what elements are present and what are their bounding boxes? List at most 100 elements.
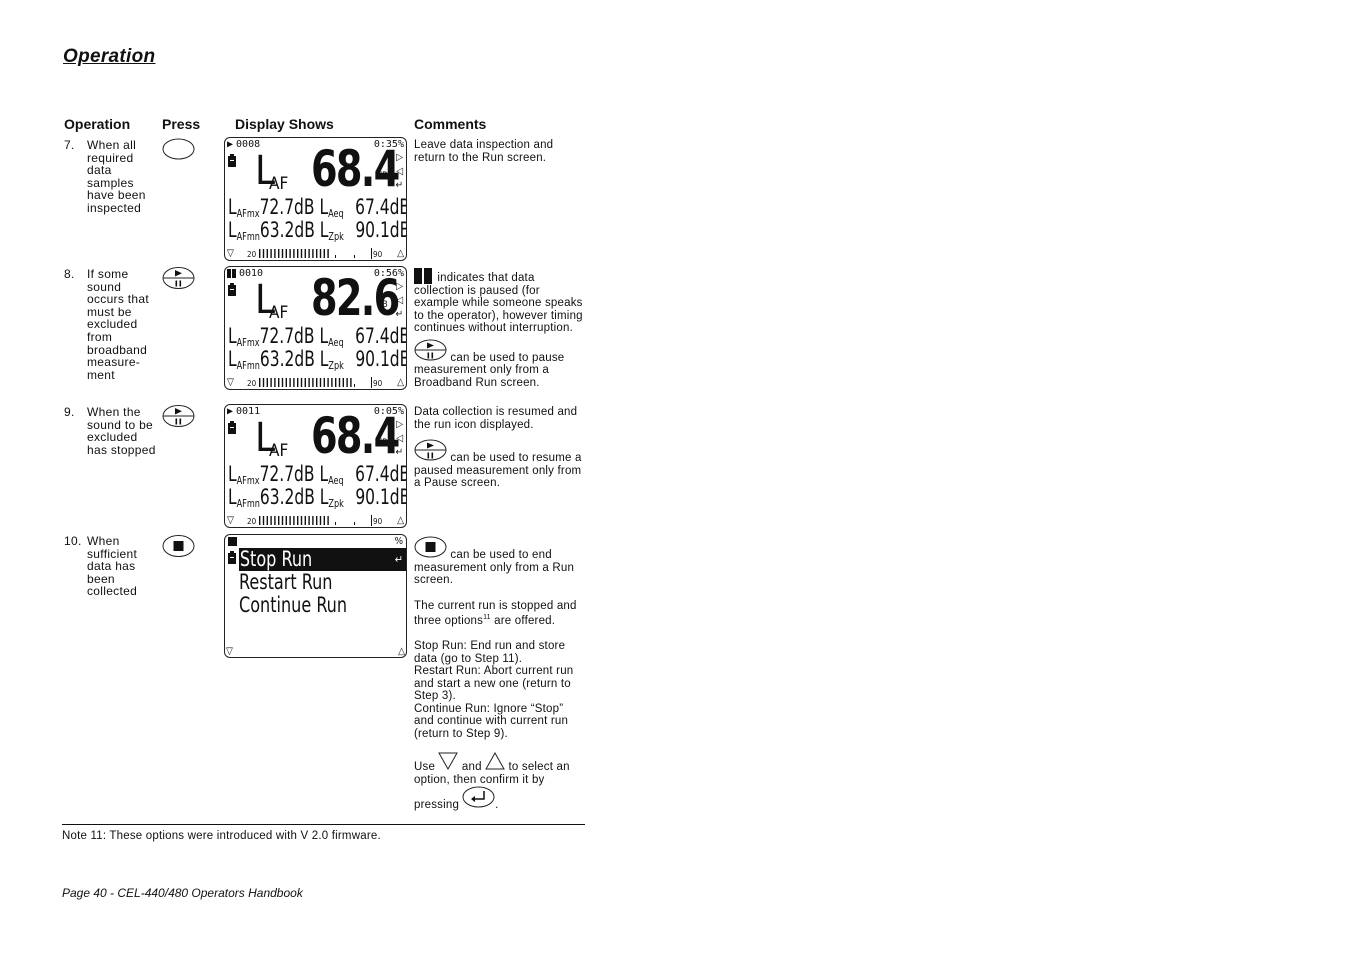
down-arrow-icon [438, 752, 459, 774]
memory-percent-icon: % [397, 139, 404, 150]
level-bar-tick [354, 522, 355, 525]
column-header-press: Press [162, 116, 201, 132]
column-header-operation: Operation [64, 116, 131, 132]
down-arrow-icon: ▽ [227, 248, 234, 259]
up-arrow-icon: △ [398, 646, 405, 657]
memory-percent-icon: % [397, 406, 404, 417]
up-arrow-icon: △ [397, 248, 404, 259]
level-bar-tick [350, 378, 352, 387]
menu-item-restart-run[interactable]: Restart Run [239, 571, 332, 594]
level-bar: ▽ 20 90 △ [227, 515, 404, 527]
level-bar-tick [327, 249, 329, 258]
level-bar-tick [319, 378, 322, 387]
stop-button-icon [414, 536, 447, 562]
level-bar-tick [354, 384, 355, 387]
level-bar-max: 90 [373, 517, 383, 526]
level-bar-max: 90 [373, 379, 383, 388]
menu-item-stop-run[interactable]: Stop Run [239, 548, 406, 571]
level-bar-end [371, 515, 372, 526]
level-bar-tick [304, 249, 306, 258]
level-bar-tick [285, 249, 287, 258]
level-bar-tick [270, 378, 272, 387]
level-bar-tick [297, 378, 299, 387]
level-bar-tick [259, 378, 261, 387]
lcd-display-run-resumed: ▶ 0011 0:05% L AF 68.4 dB ▷ ◁ ↵ LAFmx72.7… [224, 404, 407, 528]
level-bar-tick [297, 516, 299, 525]
step-description: When the sound to be excluded has stoppe… [87, 405, 156, 457]
memory-percent-icon: % [397, 268, 404, 279]
main-level-value: 82.6 [311, 269, 400, 327]
memory-percent-icon: % [394, 536, 403, 547]
level-bar-tick [274, 249, 276, 258]
level-bar-tick [323, 516, 325, 525]
step-7-comments: Leave data inspection and return to the … [414, 139, 586, 164]
step-description: If some sound occurs that must be exclud… [87, 267, 149, 382]
level-bar-tick [304, 516, 306, 525]
up-arrow-icon: △ [397, 377, 404, 388]
lcd-display-run: ▶ 0008 0:35% L AF 68.4 dB ▷ ◁ ↵ LAFmx72.7… [224, 137, 407, 261]
comment-text: Restart Run: Abort current run and start… [414, 665, 574, 703]
level-bar-tick [300, 249, 303, 258]
step-description: When all required data samples have been… [87, 138, 146, 215]
level-bar-tick [293, 378, 295, 387]
comment-text: Stop Run: End run and store data (go to … [414, 640, 566, 665]
step-number: 8. [64, 267, 75, 281]
level-bar-tick [289, 249, 291, 258]
step-8-comments: indicates that data collection is paused… [414, 268, 586, 389]
battery-icon [228, 154, 236, 167]
level-bar-tick [285, 378, 287, 387]
level-bar-tick [308, 378, 310, 387]
enter-icon: ↵ [395, 447, 403, 458]
comment-text: and [461, 761, 482, 774]
level-bar-tick [274, 516, 276, 525]
level-bar-end [371, 248, 372, 259]
readout-row-2: LAFmn63.2dB LZpk 90.1dB [228, 485, 407, 510]
right-arrow-icon: ▷ [396, 152, 403, 163]
level-bar-tick [308, 249, 310, 258]
left-arrow-icon: ◁ [396, 433, 403, 444]
comment-text: Continue Run: Ignore “Stop” and continue… [414, 702, 569, 740]
battery-icon [228, 551, 236, 564]
level-bar-tick [300, 378, 303, 387]
main-level-value: 68.4 [311, 140, 400, 198]
run-pause-button-icon [414, 339, 447, 365]
level-bar-min: 20 [247, 517, 257, 526]
level-bar-tick [289, 516, 291, 525]
level-bar-tick [285, 516, 287, 525]
page-footer: Page 40 - CEL-440/480 Operators Handbook [62, 886, 303, 900]
left-arrow-icon: ◁ [396, 295, 403, 306]
stop-status-icon [228, 537, 237, 546]
main-level-unit: dB [377, 438, 388, 448]
level-bar-tick [278, 378, 280, 387]
level-bar: ▽ 20 90 △ [227, 377, 404, 389]
battery-icon [228, 421, 236, 434]
main-param-sub: AF [269, 303, 289, 323]
comment-text: indicates that data collection is paused… [414, 272, 583, 334]
level-bar: ▽ 20 90 △ [227, 248, 404, 260]
footnote: Note 11: These options were introduced w… [62, 830, 381, 842]
pause-indicator-icon [414, 268, 434, 284]
level-bar-tick [281, 249, 284, 258]
level-bar-tick [262, 516, 265, 525]
down-arrow-icon: ▽ [227, 515, 234, 526]
stop-button-icon [162, 534, 195, 563]
level-bar-tick [293, 249, 295, 258]
level-bar-tick [270, 249, 272, 258]
comment-text: Leave data inspection and return to the … [414, 139, 554, 164]
step-10-comments: can be used to end measurement only from… [414, 536, 586, 812]
readout-row-2: LAFmn63.2dB LZpk 90.1dB [228, 347, 407, 372]
column-header-comments: Comments [414, 116, 487, 132]
level-bar-tick [342, 378, 344, 387]
level-bar-tick [270, 516, 272, 525]
level-bar-tick [304, 378, 306, 387]
level-bar-tick [327, 516, 329, 525]
left-arrow-icon: ◁ [396, 166, 403, 177]
level-bar-min: 20 [247, 250, 257, 259]
level-bar-tick [323, 378, 325, 387]
menu-item-continue-run[interactable]: Continue Run [239, 594, 347, 617]
level-bar-tick [335, 522, 336, 525]
step-number: 10. [64, 534, 82, 548]
blank-button-icon [162, 138, 195, 165]
level-bar-tick [274, 378, 276, 387]
level-bar-tick [316, 249, 318, 258]
